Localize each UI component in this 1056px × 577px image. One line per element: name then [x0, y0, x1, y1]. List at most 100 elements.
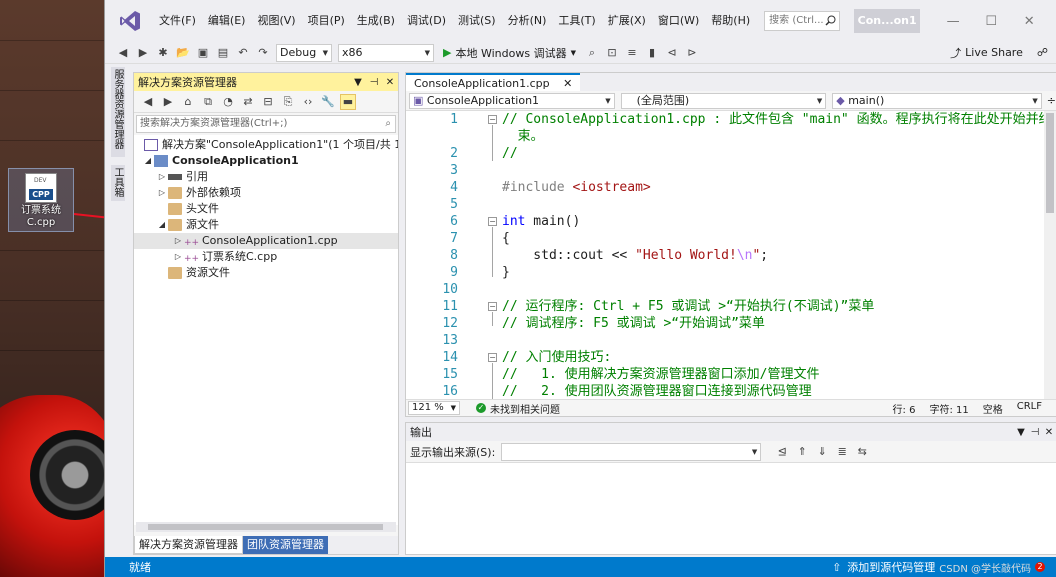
scroll-thumb[interactable] [1046, 113, 1054, 213]
screenshot-icon[interactable]: ⊡ [604, 45, 620, 61]
menu-build[interactable]: 生成(B) [351, 0, 401, 42]
server-explorer-tab[interactable]: 服务器资源管理器 [111, 67, 125, 157]
menu-analyze[interactable]: 分析(N) [502, 0, 553, 42]
start-debugging-button[interactable]: ▶ 本地 Windows 调试器 ▼ [443, 45, 576, 61]
redo-icon[interactable]: ↷ [255, 45, 271, 61]
toolbox-tab[interactable]: 工具箱 [111, 165, 125, 201]
save-all-icon[interactable]: ▤ [215, 45, 231, 61]
tree-header-files-node[interactable]: 头文件 [168, 201, 219, 217]
output-source-select[interactable]: ▼ [501, 442, 762, 461]
new-project-icon[interactable]: ✱ [155, 45, 171, 61]
eol-label[interactable]: CRLF [1017, 401, 1042, 416]
platform-select[interactable]: x86 ▼ [338, 43, 434, 62]
nav-project-value: ConsoleApplication1 [426, 93, 540, 107]
issues-indicator[interactable]: ✓ 未找到相关问题 [476, 401, 560, 416]
close-icon[interactable]: ✕ [563, 77, 572, 90]
panel-menu-icon[interactable]: ▼ [350, 77, 366, 88]
forward-icon[interactable]: ▶ [160, 94, 176, 110]
code-area[interactable]: 1 2 3 4 5 6 7 8 9 10 11 12 13 14 15 16 − [406, 111, 1044, 401]
maximize-icon[interactable]: ☐ [972, 14, 1010, 29]
clear-all-icon[interactable]: ≣ [834, 444, 850, 460]
configuration-select[interactable]: Debug ▼ [276, 43, 332, 62]
menu-help[interactable]: 帮助(H) [705, 0, 756, 42]
menu-project[interactable]: 项目(P) [302, 0, 351, 42]
tab-team-explorer[interactable]: 团队资源管理器 [243, 536, 328, 554]
collapse-icon[interactable]: − [488, 115, 497, 124]
pin-icon[interactable]: ⊣ [366, 77, 382, 88]
chevron-down-icon: ▼ [816, 96, 823, 105]
menu-debug[interactable]: 调试(D) [401, 0, 452, 42]
open-folder-icon[interactable]: 📂 [175, 45, 191, 61]
menu-view[interactable]: 视图(V) [251, 0, 301, 42]
tree-resource-files-node[interactable]: 资源文件 [168, 265, 230, 281]
next-message-icon[interactable]: ⇓ [814, 444, 830, 460]
add-to-source-control-button[interactable]: ⇧ 添加到源代码管理 CSDN @学长敲代码 2 [832, 559, 1049, 575]
forward-icon[interactable]: ▶ [135, 45, 151, 61]
close-icon[interactable]: ✕ [1010, 14, 1048, 29]
tree-project-node[interactable]: ◢ ConsoleApplication1 [142, 153, 299, 169]
minimize-icon[interactable]: — [934, 14, 972, 29]
collapse-icon[interactable]: − [488, 217, 497, 226]
feedback-icon[interactable]: ☍ [1037, 46, 1048, 59]
live-share-button[interactable]: ⤴ Live Share ☍ [950, 45, 1048, 61]
menu-file[interactable]: 文件(F) [153, 0, 202, 42]
notification-badge[interactable]: 2 [1035, 562, 1045, 572]
back-icon[interactable]: ◀ [115, 45, 131, 61]
home-icon[interactable]: ⌂ [180, 94, 196, 110]
undo-icon[interactable]: ↶ [235, 45, 251, 61]
collapse-icon[interactable]: − [488, 302, 497, 311]
find-message-icon[interactable]: ⊴ [774, 444, 790, 460]
collapse-all-icon[interactable]: ⊟ [260, 94, 276, 110]
tree-cpp-file-node[interactable]: ▷ ++ 订票系统C.cpp [172, 249, 277, 265]
nav-member-select[interactable]: ◆ main() ▼ [832, 92, 1042, 109]
bookmark-prev-icon[interactable]: ⊲ [664, 45, 680, 61]
split-icon[interactable]: ÷ [1047, 94, 1056, 107]
horizontal-scrollbar[interactable] [136, 522, 396, 532]
show-all-files-icon[interactable]: ⎘ [280, 94, 296, 110]
tree-solution-node[interactable]: 解决方案"ConsoleApplication1"(1 个项目/共 1 个 [144, 137, 398, 153]
collapsed-arrow-icon: ▷ [174, 252, 182, 261]
code-token: "Hello World! [635, 248, 737, 263]
tree-external-deps-node[interactable]: ▷ 外部依赖项 [156, 185, 241, 201]
whitespace-label[interactable]: 空格 [983, 401, 1003, 416]
tree-cpp-file-node[interactable]: ▷ ++ ConsoleApplication1.cpp [134, 233, 398, 249]
save-icon[interactable]: ▣ [195, 45, 211, 61]
switch-view-icon[interactable]: ⧉ [200, 94, 216, 110]
tree-references-node[interactable]: ▷ 引用 [156, 169, 208, 185]
close-icon[interactable]: ✕ [382, 77, 398, 88]
view-code-icon[interactable]: ‹› [300, 94, 316, 110]
preview-icon[interactable]: ▬ [340, 93, 356, 110]
pending-changes-icon[interactable]: ◔ [220, 94, 236, 110]
panel-menu-icon[interactable]: ▼ [1014, 427, 1028, 438]
tree-source-files-node[interactable]: ◢ 源文件 [156, 217, 219, 233]
pin-icon[interactable]: ⊣ [1028, 427, 1042, 438]
word-wrap-icon[interactable]: ⇆ [854, 444, 870, 460]
find-icon[interactable]: ⌕ [584, 45, 600, 61]
nav-project-select[interactable]: ▣ ConsoleApplication1 ▼ [409, 92, 615, 109]
sync-icon[interactable]: ⇄ [240, 94, 256, 110]
nav-scope-select[interactable]: (全局范围) ▼ [620, 92, 827, 109]
properties-icon[interactable]: 🔧 [320, 94, 336, 110]
title-bar: 文件(F) 编辑(E) 视图(V) 项目(P) 生成(B) 调试(D) 测试(S… [105, 0, 1056, 42]
desktop-file-icon[interactable]: DEV CPP 订票系统 C.cpp [8, 168, 74, 232]
scroll-thumb[interactable] [148, 524, 383, 530]
search-input[interactable]: 搜索 (Ctrl... [764, 11, 841, 31]
menu-window[interactable]: 窗口(W) [652, 0, 705, 42]
solution-search-input[interactable]: 搜索解决方案资源管理器(Ctrl+;) ⌕ [136, 115, 396, 133]
align-icon[interactable]: ≡ [624, 45, 640, 61]
menu-edit[interactable]: 编辑(E) [202, 0, 252, 42]
vertical-scrollbar[interactable] [1044, 111, 1056, 401]
menu-test[interactable]: 测试(S) [452, 0, 502, 42]
document-tab[interactable]: ConsoleApplication1.cpp ✕ [406, 73, 581, 91]
desktop-file-label-line1: 订票系统 [21, 205, 61, 216]
menu-tools[interactable]: 工具(T) [552, 0, 601, 42]
prev-message-icon[interactable]: ⇑ [794, 444, 810, 460]
collapse-icon[interactable]: − [488, 353, 497, 362]
bookmark-icon[interactable]: ▮ [644, 45, 660, 61]
menu-extensions[interactable]: 扩展(X) [602, 0, 652, 42]
tab-solution-explorer[interactable]: 解决方案资源管理器 [134, 536, 243, 554]
close-icon[interactable]: ✕ [1042, 427, 1056, 438]
zoom-select[interactable]: 121 % ▼ [408, 401, 460, 415]
bookmark-next-icon[interactable]: ⊳ [684, 45, 700, 61]
back-icon[interactable]: ◀ [140, 94, 156, 110]
